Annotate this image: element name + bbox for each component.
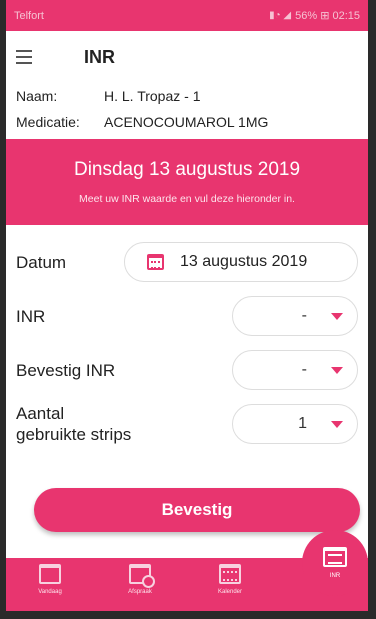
medication-label: Medicatie: <box>16 114 80 130</box>
nav-item-kalender[interactable]: Kalender <box>202 564 258 595</box>
date-row: Datum 13 augustus 2019 <box>16 237 358 287</box>
nav-label: INR <box>329 573 341 579</box>
dropdown-caret-icon <box>331 420 343 428</box>
app-bar: INR <box>6 31 368 83</box>
inr-label: INR <box>16 306 46 326</box>
carrier-label: Telfort <box>14 9 44 22</box>
nav-label: Vandaag <box>38 589 62 595</box>
status-time: 56% ⊞ 02:15 <box>295 10 360 22</box>
confirm-inr-row: Bevestig INR - <box>16 345 358 395</box>
inr-form: Datum 13 augustus 2019 INR - Bevestig IN… <box>6 225 368 449</box>
menu-icon[interactable] <box>16 43 44 71</box>
medication-row: Medicatie: ACENOCOUMAROL 1MG <box>16 109 358 135</box>
nav-item-vandaag[interactable]: Vandaag <box>22 564 78 595</box>
nav-label: Afspraak <box>128 589 152 595</box>
strips-label-line1: Aantal <box>16 404 65 423</box>
dropdown-caret-icon <box>331 312 343 320</box>
banner-date: Dinsdag 13 augustus 2019 <box>73 159 301 180</box>
nav-item-inr[interactable]: INR <box>302 530 368 596</box>
inr-select[interactable]: - <box>232 296 358 336</box>
patient-info: Naam: H. L. Tropaz - 1 Medicatie: ACENOC… <box>6 83 368 135</box>
date-value: 13 augustus 2019 <box>180 253 308 270</box>
nav-label: Kalender <box>217 589 243 595</box>
strips-value: 1 <box>298 415 307 432</box>
name-value: H. L. Tropaz - 1 <box>104 88 201 104</box>
name-label: Naam: <box>16 88 58 104</box>
inr-icon <box>323 547 347 567</box>
status-indicators: ▮◔ ◢ 56% ⊞ 02:15 <box>269 9 360 22</box>
confirm-inr-label: Bevestig INR <box>16 360 116 380</box>
calendar-icon <box>147 254 164 270</box>
nav-item-afspraak[interactable]: Afspraak <box>112 564 168 595</box>
calendar-grid-icon <box>219 564 241 584</box>
signal-icon: ▮◔ ◢ <box>269 10 292 21</box>
date-banner: Dinsdag 13 augustus 2019 Meet uw INR waa… <box>6 139 368 225</box>
bottom-navigation: Vandaag Afspraak Kalender INR <box>6 530 368 611</box>
status-bar: Telfort ▮◔ ◢ 56% ⊞ 02:15 <box>6 0 368 31</box>
confirm-inr-select[interactable]: - <box>232 350 358 390</box>
confirm-inr-value: - <box>301 361 307 378</box>
strips-select[interactable]: 1 <box>232 404 358 444</box>
phone-screen: Telfort ▮◔ ◢ 56% ⊞ 02:15 INR Naam: H. L.… <box>0 0 376 619</box>
patient-name-row: Naam: H. L. Tropaz - 1 <box>16 83 358 109</box>
confirm-button[interactable]: Bevestig <box>34 488 360 532</box>
strips-label-line2: gebruikte strips <box>16 425 132 444</box>
strips-row: Aantal gebruikte strips 1 <box>16 399 358 449</box>
calendar-clock-icon <box>129 564 155 588</box>
calendar-icon <box>39 564 61 584</box>
date-label: Datum <box>16 252 67 272</box>
medication-value: ACENOCOUMAROL 1MG <box>104 114 269 130</box>
dropdown-caret-icon <box>331 366 343 374</box>
strips-label: Aantal gebruikte strips <box>16 403 131 445</box>
inr-row: INR - <box>16 291 358 341</box>
date-picker[interactable]: 13 augustus 2019 <box>124 242 358 282</box>
inr-value: - <box>301 307 307 324</box>
banner-instruction: Meet uw INR waarde en vul deze hieronder… <box>79 193 295 205</box>
page-title: INR <box>84 46 115 67</box>
